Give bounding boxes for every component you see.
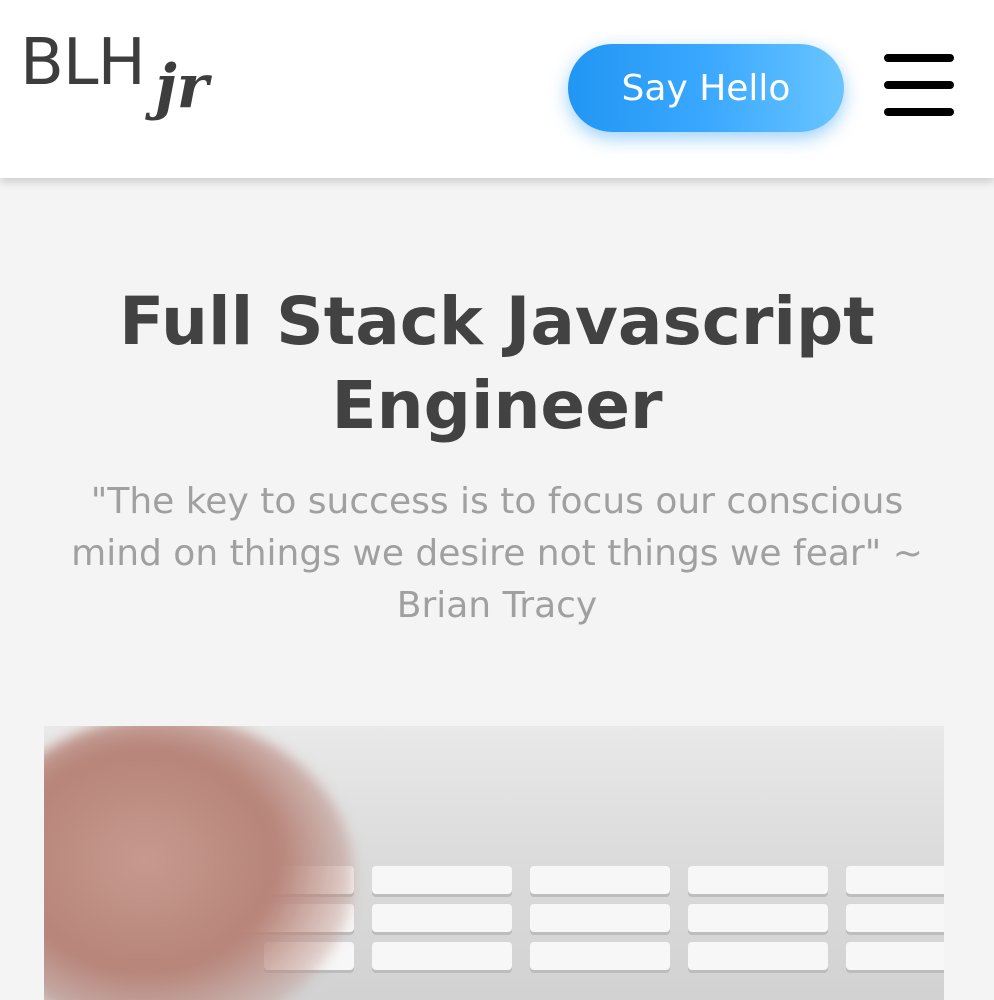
- keyboard-key: [688, 904, 828, 932]
- keyboard-key: [372, 942, 512, 970]
- hero-section: Full Stack Javascript Engineer "The key …: [0, 178, 994, 632]
- keyboard-key: [846, 942, 944, 970]
- logo-suffix: jr: [155, 52, 209, 122]
- page-title: Full Stack Javascript Engineer: [119, 283, 875, 444]
- keyboard-key: [530, 866, 670, 894]
- keyboard-key: [846, 904, 944, 932]
- keyboard-key: [372, 904, 512, 932]
- menu-bar-bottom: [884, 108, 954, 116]
- keyboard-key: [530, 942, 670, 970]
- keyboard-key: [846, 866, 944, 894]
- keyboard-key: [530, 904, 670, 932]
- menu-bar-middle: [884, 81, 954, 89]
- menu-bar-top: [884, 54, 954, 62]
- site-header: BLH jr Say Hello: [0, 0, 994, 178]
- keyboard-typing-photo: [44, 726, 944, 1000]
- keyboard-key: [372, 866, 512, 894]
- hamburger-menu-icon[interactable]: [884, 54, 954, 116]
- finger-blur: [44, 726, 354, 1000]
- logo[interactable]: BLH jr: [20, 28, 220, 153]
- quote-text: "The key to success is to focus our cons…: [71, 481, 923, 626]
- keyboard-key: [688, 942, 828, 970]
- say-hello-button[interactable]: Say Hello: [568, 44, 844, 132]
- logo-text: BLH: [20, 26, 146, 100]
- keyboard-key: [688, 866, 828, 894]
